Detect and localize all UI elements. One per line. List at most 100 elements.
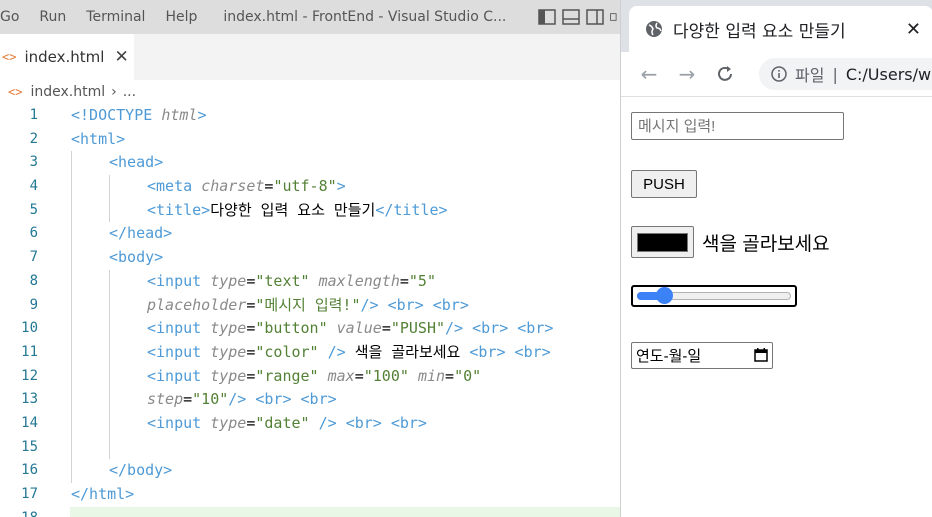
range-thumb[interactable] [656,287,674,304]
page-content: PUSH 색을 골라보세요 연도-월-일 [621,97,932,517]
code-line[interactable]: 15 [0,435,620,460]
indent-guide [71,435,72,460]
window-title: index.html - FrontEnd - Visual Studio C.… [223,9,507,25]
toggle-secondary-sidebar-icon[interactable] [586,9,604,25]
indent-guide [71,364,72,389]
browser-toolbar: ← → 파일 | C:/Users/w [621,52,932,97]
back-arrow-icon[interactable]: ← [639,64,659,84]
code-line[interactable]: 11 <input type="color" /> 색을 골라보세요 <br> <… [0,340,620,365]
toggle-panel-icon[interactable] [562,9,580,25]
vscode-window: Go Run Terminal Help index.html - FrontE… [0,0,620,517]
line-number: 1 [29,107,38,123]
code-text: placeholder="메시지 입력!"/> <br> <br> [147,295,469,314]
menu-help[interactable]: Help [155,9,207,25]
customize-layout-icon[interactable] [610,9,620,25]
indent-guide [71,246,72,270]
code-text: <input type="text" maxlength="5" [147,271,436,290]
close-icon[interactable]: ✕ [114,47,128,67]
code-text: <head> [109,153,164,172]
indent-guide [109,293,110,318]
code-line[interactable]: 8 <input type="text" maxlength="5" [0,269,620,294]
line-number: 7 [29,249,38,266]
browser-tab-title: 다양한 입력 요소 만들기 [673,21,846,42]
forward-arrow-icon[interactable]: → [677,64,697,84]
code-line[interactable]: 14 <input type="date" /> <br> <br> [0,411,620,436]
current-line-highlight [70,506,620,517]
browser-tab[interactable]: 다양한 입력 요소 만들기 ✕ [629,6,932,52]
code-text: </head> [109,224,173,243]
indent-guide [71,317,72,341]
code-text: step="10"/> <br> <br> [147,390,337,409]
code-line[interactable]: 9 placeholder="메시지 입력!"/> <br> <br> [0,293,620,318]
address-bar[interactable]: 파일 | C:/Users/w [759,58,932,90]
browser-window: 다양한 입력 요소 만들기 ✕ ← → 파일 | C:/Users/w PUSH… [620,0,932,517]
code-line[interactable]: 2 <html> [0,128,620,152]
indent-guide [109,317,110,341]
address-text: C:/Users/w [845,64,932,84]
code-line[interactable]: 10 <input type="button" value="PUSH"/> <b… [0,317,620,341]
line-number: 4 [29,178,38,195]
menu-run[interactable]: Run [29,9,76,25]
line-number: 17 [21,486,38,502]
breadcrumb-more[interactable]: ... [123,84,136,100]
file-scheme-label: 파일 [795,66,825,85]
indent-guide [109,388,110,412]
code-line[interactable]: 12 <input type="range" max="100" min="0" [0,364,620,389]
range-slider[interactable] [631,285,797,307]
toggle-primary-sidebar-icon[interactable] [538,9,556,25]
code-line[interactable]: 3 <head> [0,151,620,176]
code-text: <input type="button" value="PUSH"/> <br>… [147,319,554,338]
editor-tab-bar: <> index.html ✕ [0,34,620,80]
code-line[interactable]: 4 <meta charset="utf-8"> [0,175,620,199]
code-line[interactable]: 17 </html> [0,483,620,507]
color-swatch [637,233,688,252]
indent-guide [109,198,110,223]
browser-tab-strip: 다양한 입력 요소 만들기 ✕ [621,0,932,52]
line-number: 9 [29,296,38,313]
line-number: 12 [21,367,38,384]
code-text: <input type="date" /> <br> <br> [147,413,427,432]
indent-guide [71,175,72,199]
code-text: <input type="color" /> 색을 골라보세요 <br> <br… [147,342,551,361]
code-editor[interactable]: 1 <!DOCTYPE html> 2 <html> 3 <head> 4 <meta cha… [0,104,620,517]
date-input[interactable]: 연도-월-일 [631,342,773,369]
menu-terminal[interactable]: Terminal [76,9,155,25]
line-number: 16 [21,462,38,479]
color-picker[interactable] [631,226,694,258]
indent-guide [71,293,72,318]
reload-icon[interactable] [715,64,735,84]
address-separator: | [832,64,838,84]
menu-go[interactable]: Go [0,9,29,25]
calendar-icon[interactable] [754,348,768,362]
close-icon[interactable]: ✕ [906,19,921,40]
code-line[interactable]: 16 </body> [0,459,620,483]
code-line[interactable]: 13 step="10"/> <br> <br> [0,388,620,412]
indent-guide [71,198,72,223]
breadcrumb-file[interactable]: index.html [30,84,105,100]
indent-guide [71,388,72,412]
indent-guide [109,411,110,436]
line-number: 13 [21,391,38,408]
code-text: <html> [71,129,126,148]
code-text: <input type="range" max="100" min="0" [147,366,482,385]
globe-icon [646,21,662,37]
color-label: 색을 골라보세요 [702,234,830,255]
code-text: </html> [71,485,135,503]
date-placeholder: 연도-월-일 [636,348,702,365]
push-button[interactable]: PUSH [631,170,697,198]
code-text: </body> [109,461,173,480]
breadcrumb: <> index.html › ... [0,80,620,104]
indent-guide [71,151,72,176]
tab-label: index.html [24,48,105,66]
message-text-input[interactable] [631,112,844,140]
info-icon[interactable] [771,66,787,82]
indent-guide [109,340,110,365]
code-line[interactable]: 6 </head> [0,222,620,247]
code-line[interactable]: 1 <!DOCTYPE html> [0,104,620,128]
line-number: 15 [21,438,38,455]
tab-index-html[interactable]: <> index.html ✕ [0,34,134,80]
code-line[interactable]: 7 <body> [0,246,620,270]
code-line[interactable]: 5 <title>다양한 입력 요소 만들기</title> [0,198,620,223]
line-number: 5 [29,201,38,218]
code-line[interactable]: 18 [0,506,620,517]
